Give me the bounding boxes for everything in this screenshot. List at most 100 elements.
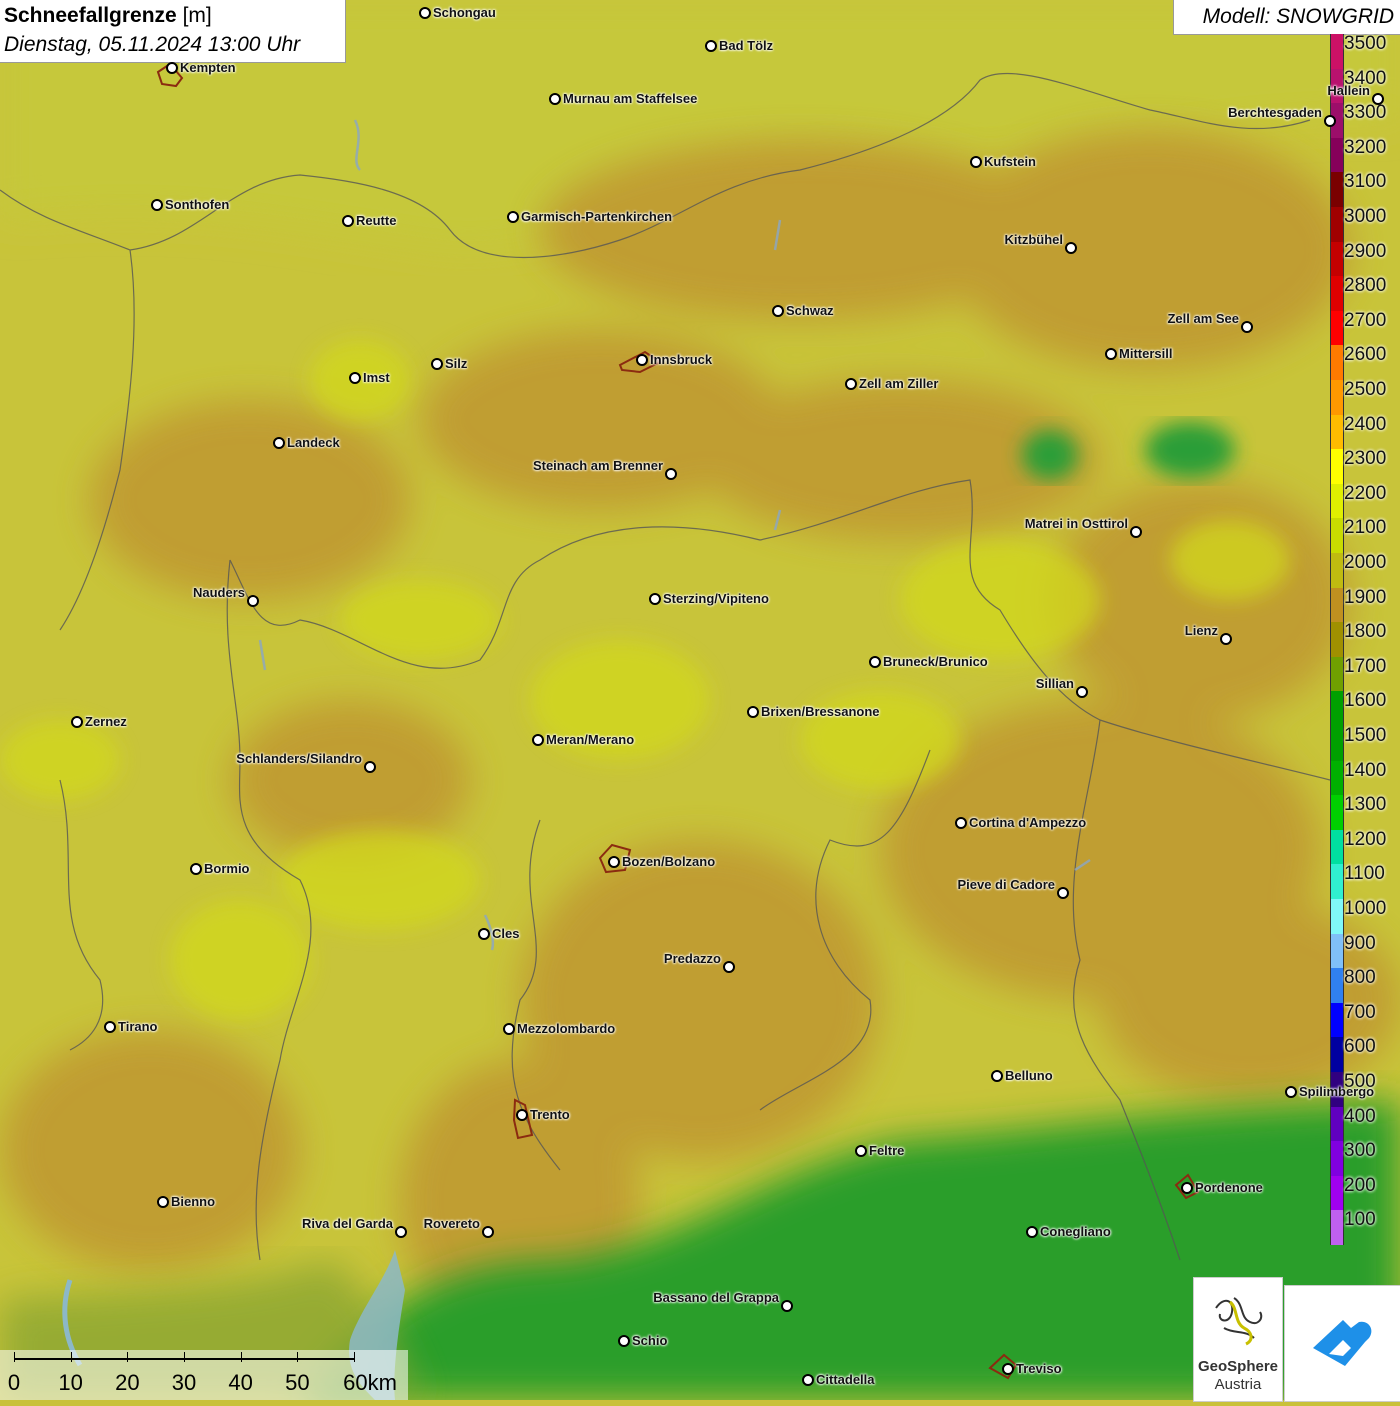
city-label: Bozen/Bolzano [622, 854, 716, 869]
city-marker[interactable] [507, 211, 519, 223]
legend-swatch [1330, 207, 1344, 243]
legend-swatch [1330, 1141, 1344, 1177]
scale-tick [184, 1352, 185, 1362]
city-label: Sonthofen [165, 197, 230, 212]
city-marker[interactable] [665, 468, 677, 480]
city-marker[interactable] [190, 863, 202, 875]
city-label: Kempten [180, 60, 236, 75]
city-label: Bad Tölz [719, 38, 774, 53]
city-marker[interactable] [482, 1226, 494, 1238]
city-marker[interactable] [1026, 1226, 1038, 1238]
city-marker[interactable] [247, 595, 259, 607]
city-marker[interactable] [1181, 1182, 1193, 1194]
city-marker[interactable] [419, 7, 431, 19]
legend-swatch [1330, 933, 1344, 969]
scale-label: 10 [58, 1370, 83, 1395]
city-marker[interactable] [608, 856, 620, 868]
city-marker[interactable] [649, 593, 661, 605]
city-marker[interactable] [1105, 348, 1117, 360]
geosphere-austria-logo[interactable]: GeoSphere Austria [1193, 1277, 1283, 1402]
legend-label: 600 [1344, 1036, 1376, 1058]
city-marker[interactable] [1002, 1363, 1014, 1375]
city-marker[interactable] [1076, 686, 1088, 698]
city-marker[interactable] [503, 1023, 515, 1035]
city-marker[interactable] [869, 656, 881, 668]
city-marker[interactable] [1220, 633, 1232, 645]
geosphere-logo-line2: Austria [1214, 1376, 1262, 1393]
city-marker[interactable] [395, 1226, 407, 1238]
legend-swatch [1330, 345, 1344, 381]
city-marker[interactable] [955, 817, 967, 829]
legend-label: 2600 [1344, 344, 1387, 366]
city-marker[interactable] [1057, 887, 1069, 899]
city-marker[interactable] [342, 215, 354, 227]
city-marker[interactable] [1324, 115, 1336, 127]
legend-swatch [1330, 795, 1344, 831]
city-label: Landeck [287, 435, 340, 450]
city-marker[interactable] [781, 1300, 793, 1312]
city-marker[interactable] [273, 437, 285, 449]
city-label: Conegliano [1040, 1224, 1111, 1239]
city-marker[interactable] [1372, 93, 1384, 105]
legend-swatch [1330, 518, 1344, 554]
city-label: Zell am See [1167, 311, 1239, 326]
app-logo[interactable] [1284, 1285, 1400, 1402]
city-marker[interactable] [855, 1145, 867, 1157]
city-label: Hallein [1327, 83, 1370, 98]
city-marker[interactable] [166, 62, 178, 74]
city-marker[interactable] [71, 716, 83, 728]
city-label: Bienno [171, 1194, 216, 1209]
legend-swatch [1330, 760, 1344, 796]
city-marker[interactable] [549, 93, 561, 105]
city-label: Pordenone [1195, 1180, 1263, 1195]
city-marker[interactable] [991, 1070, 1003, 1082]
city-marker[interactable] [478, 928, 490, 940]
city-marker[interactable] [747, 706, 759, 718]
legend-label: 3000 [1344, 206, 1387, 227]
city-marker[interactable] [349, 372, 361, 384]
city-label: Brixen/Bressanone [761, 704, 880, 719]
city-label: Mittersill [1119, 346, 1173, 361]
legend-label: 2300 [1344, 448, 1387, 470]
city-marker[interactable] [516, 1109, 528, 1121]
city-marker[interactable] [1285, 1086, 1297, 1098]
city-marker[interactable] [157, 1196, 169, 1208]
city-marker[interactable] [104, 1021, 116, 1033]
city-label: Innsbruck [650, 352, 713, 367]
legend-label: 300 [1344, 1140, 1376, 1162]
city-label: Bassano del Grappa [653, 1290, 779, 1305]
legend-swatch [1330, 968, 1344, 1004]
city-marker[interactable] [970, 156, 982, 168]
legend-swatch [1330, 1175, 1344, 1211]
legend-swatch [1330, 553, 1344, 589]
city-marker[interactable] [845, 378, 857, 390]
city-label: Tirano [118, 1019, 158, 1034]
legend-label: 2900 [1344, 240, 1387, 262]
city-label: Bruneck/Brunico [883, 654, 988, 669]
city-marker[interactable] [364, 761, 376, 773]
city-marker[interactable] [532, 734, 544, 746]
legend-swatch [1330, 34, 1344, 70]
geosphere-emblem-icon [1215, 1297, 1263, 1346]
city-marker[interactable] [618, 1335, 630, 1347]
city-marker[interactable] [636, 354, 648, 366]
city-marker[interactable] [431, 358, 443, 370]
legend-label: 800 [1344, 967, 1376, 989]
city-label: Bormio [204, 861, 250, 876]
city-marker[interactable] [772, 305, 784, 317]
city-label: Lienz [1184, 623, 1218, 638]
city-marker[interactable] [151, 199, 163, 211]
city-label: Mezzolombardo [517, 1021, 616, 1036]
city-marker[interactable] [802, 1374, 814, 1386]
city-marker[interactable] [1065, 242, 1077, 254]
city-label: Rovereto [423, 1216, 480, 1231]
city-label: Schlanders/Silandro [236, 751, 362, 766]
legend-label: 1500 [1344, 725, 1387, 746]
city-label: Berchtesgaden [1228, 105, 1322, 120]
city-marker[interactable] [1130, 526, 1142, 538]
legend-swatch [1330, 587, 1344, 623]
city-marker[interactable] [723, 961, 735, 973]
city-marker[interactable] [1241, 321, 1253, 333]
city-marker[interactable] [705, 40, 717, 52]
legend-label: 700 [1344, 1001, 1376, 1023]
